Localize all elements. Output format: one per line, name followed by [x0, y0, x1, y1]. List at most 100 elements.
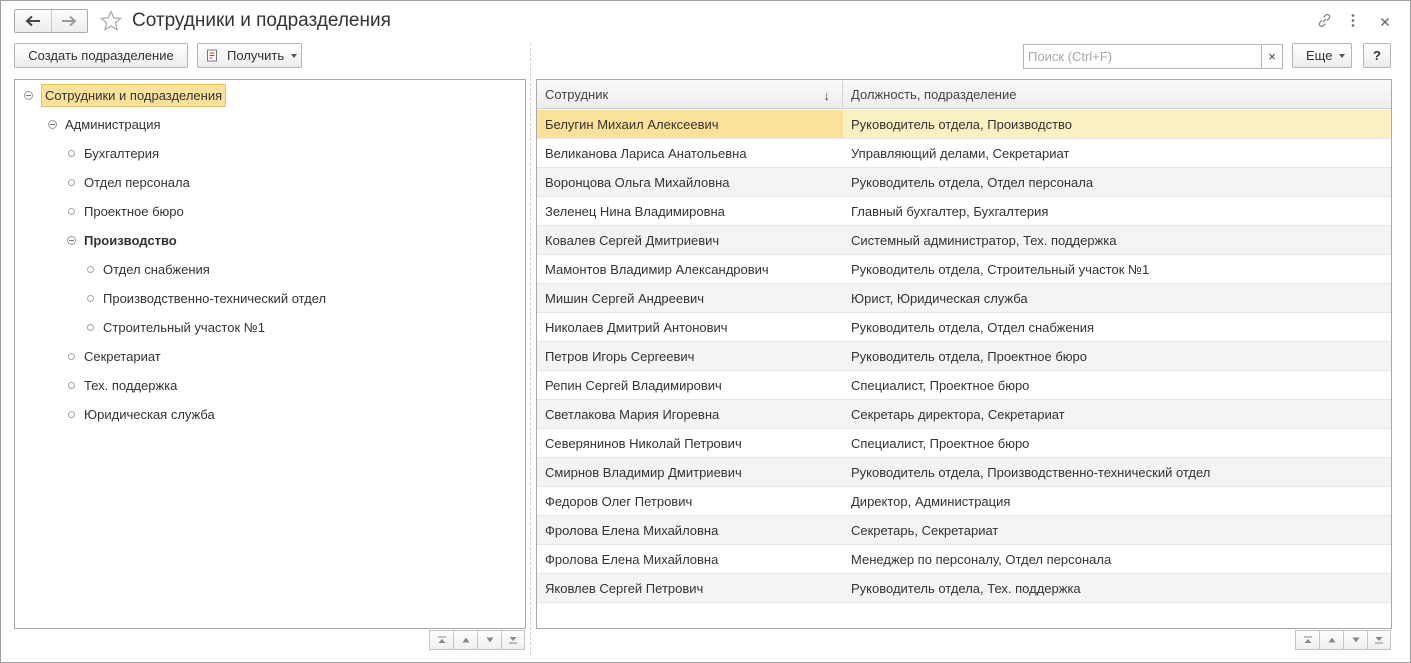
employee-cell: Светлакова Мария Игоревна	[545, 406, 720, 422]
tree-item[interactable]: Бухгалтерия	[65, 140, 159, 166]
leaf-node-icon	[65, 350, 77, 362]
tree-item[interactable]: Проектное бюро	[65, 198, 184, 224]
tree-item[interactable]: Секретариат	[65, 343, 161, 369]
table-row[interactable]: Светлакова Мария Игоревна Секретарь дирек…	[537, 400, 1391, 429]
scroll-bottom-button[interactable]	[1367, 630, 1391, 650]
table-row[interactable]: Воронцова Ольга Михайловна Руководитель о…	[537, 168, 1391, 197]
tree-item[interactable]: Администрация	[46, 111, 161, 137]
table-row[interactable]: Петров Игорь Сергеевич Руководитель отдел…	[537, 342, 1391, 371]
get-dropdown-button[interactable]: Получить	[197, 43, 302, 68]
employee-cell: Мамонтов Владимир Александрович	[545, 261, 769, 277]
position-cell: Руководитель отдела, Строительный участо…	[851, 261, 1150, 277]
table-row[interactable]: Фролова Елена Михайловна Менеджер по перс…	[537, 545, 1391, 574]
create-department-label: Создать подразделение	[28, 48, 174, 63]
tree-item[interactable]: Строительный участок №1	[84, 314, 265, 340]
clear-icon: ×	[1268, 49, 1276, 64]
page-title: Сотрудники и подразделения	[132, 10, 391, 31]
scroll-top-button[interactable]	[1295, 630, 1319, 650]
tree-item[interactable]: Юридическая служба	[65, 401, 215, 427]
back-button[interactable]	[15, 10, 51, 32]
leaf-node-icon	[65, 379, 77, 391]
position-cell: Управляющий делами, Секретариат	[851, 145, 1070, 161]
position-cell: Руководитель отдела, Отдел снабжения	[851, 319, 1095, 335]
employee-cell: Воронцова Ольга Михайловна	[545, 174, 730, 190]
collapse-node-icon[interactable]	[46, 118, 58, 130]
scroll-top-icon	[437, 636, 446, 643]
forward-button[interactable]	[50, 10, 88, 32]
link-icon[interactable]	[1316, 12, 1333, 32]
employee-cell: Федоров Олег Петрович	[545, 493, 693, 509]
table-row[interactable]: Мишин Сергей Андреевич Юрист, Юридическая…	[537, 284, 1391, 313]
employee-cell: Белугин Михаил Алексеевич	[537, 110, 843, 138]
position-cell: Секретарь, Секретариат	[851, 522, 999, 538]
table-row[interactable]: Репин Сергей Владимирович Специалист, Про…	[537, 371, 1391, 400]
scroll-top-button[interactable]	[429, 630, 453, 650]
scroll-bottom-button[interactable]	[501, 630, 525, 650]
table-row[interactable]: Мамонтов Владимир Александрович Руководит…	[537, 255, 1391, 284]
leaf-node-icon	[84, 321, 96, 333]
tree-item[interactable]: Отдел персонала	[65, 169, 190, 195]
column-header-position[interactable]: Должность, подразделение	[843, 80, 1391, 109]
table-row[interactable]: Смирнов Владимир Дмитриевич Руководитель …	[537, 458, 1391, 487]
departments-tree[interactable]: Сотрудники и подразделения Администрация Б…	[14, 79, 526, 629]
table-row[interactable]: Зеленец Нина Владимировна Главный бухгалт…	[537, 197, 1391, 226]
more-actions-icon[interactable]	[1350, 13, 1356, 31]
tree-item[interactable]: Производство	[65, 227, 177, 253]
tree-item[interactable]: Производственно-технический отдел	[84, 285, 326, 311]
navigation-buttons	[14, 9, 88, 33]
scroll-up-button[interactable]	[1319, 630, 1343, 650]
tree-scroll-buttons	[429, 630, 525, 650]
column-header-employee[interactable]: Сотрудник ↓	[537, 80, 843, 109]
column-header-employee-label: Сотрудник	[545, 87, 609, 102]
create-department-button[interactable]: Создать подразделение	[14, 43, 188, 68]
tree-item[interactable]: Сотрудники и подразделения	[22, 82, 227, 108]
table-row[interactable]: Фролова Елена Михайловна Секретарь, Секре…	[537, 516, 1391, 545]
employee-cell: Мишин Сергей Андреевич	[545, 290, 705, 306]
position-cell: Руководитель отдела, Отдел персонала	[851, 174, 1094, 190]
employee-cell: Яковлев Сергей Петрович	[545, 580, 704, 596]
chevron-down-icon	[291, 53, 298, 58]
leaf-node-icon	[65, 147, 77, 159]
employee-cell: Николаев Дмитрий Антонович	[545, 319, 728, 335]
table-row[interactable]: Яковлев Сергей Петрович Руководитель отде…	[537, 574, 1391, 603]
table-scroll-buttons	[1295, 630, 1391, 650]
table-row[interactable]: Северянинов Николай Петрович Специалист, …	[537, 429, 1391, 458]
scroll-up-icon	[1328, 637, 1335, 643]
position-cell: Специалист, Проектное бюро	[851, 435, 1030, 451]
collapse-node-icon[interactable]	[65, 234, 77, 246]
column-header-position-label: Должность, подразделение	[851, 87, 1017, 102]
tree-item[interactable]: Отдел снабжения	[84, 256, 210, 282]
position-cell: Руководитель отдела, Проектное бюро	[851, 348, 1087, 364]
table-row[interactable]: Федоров Олег Петрович Директор, Администр…	[537, 487, 1391, 516]
leaf-node-icon	[65, 176, 77, 188]
tree-item-label: Строительный участок №1	[103, 319, 265, 335]
scroll-down-button[interactable]	[477, 630, 501, 650]
leaf-node-icon	[84, 292, 96, 304]
table-row[interactable]: Белугин Михаил Алексеевич Руководитель от…	[537, 110, 1391, 139]
tree-item[interactable]: Тех. поддержка	[65, 372, 177, 398]
employee-cell: Петров Игорь Сергеевич	[545, 348, 695, 364]
tree-item-label: Производственно-технический отдел	[103, 290, 327, 306]
chevron-down-icon	[1339, 53, 1346, 58]
tree-item-label: Администрация	[65, 116, 161, 132]
arrow-left-icon	[25, 15, 40, 27]
panel-splitter[interactable]	[530, 43, 531, 655]
leaf-node-icon	[65, 205, 77, 217]
table-row[interactable]: Николаев Дмитрий Антонович Руководитель о…	[537, 313, 1391, 342]
scroll-down-button[interactable]	[1343, 630, 1367, 650]
scroll-up-button[interactable]	[453, 630, 477, 650]
scroll-down-icon	[1352, 637, 1359, 643]
tree-item-label: Отдел персонала	[84, 174, 190, 190]
table-row[interactable]: Великанова Лариса Анатольевна Управляющий…	[537, 139, 1391, 168]
scroll-up-icon	[462, 637, 469, 643]
more-button[interactable]: Еще	[1292, 43, 1352, 68]
collapse-node-icon[interactable]	[22, 89, 34, 101]
table-row[interactable]: Ковалев Сергей Дмитриевич Системный админ…	[537, 226, 1391, 255]
help-button[interactable]: ?	[1363, 43, 1391, 68]
search-clear-button[interactable]: ×	[1261, 44, 1283, 69]
close-icon[interactable]	[1380, 15, 1390, 30]
tree-item-label: Производство	[84, 232, 177, 248]
search-input[interactable]: Поиск (Ctrl+F)	[1023, 44, 1262, 69]
favorite-star-icon[interactable]	[99, 9, 123, 36]
employee-cell: Ковалев Сергей Дмитриевич	[545, 232, 720, 248]
